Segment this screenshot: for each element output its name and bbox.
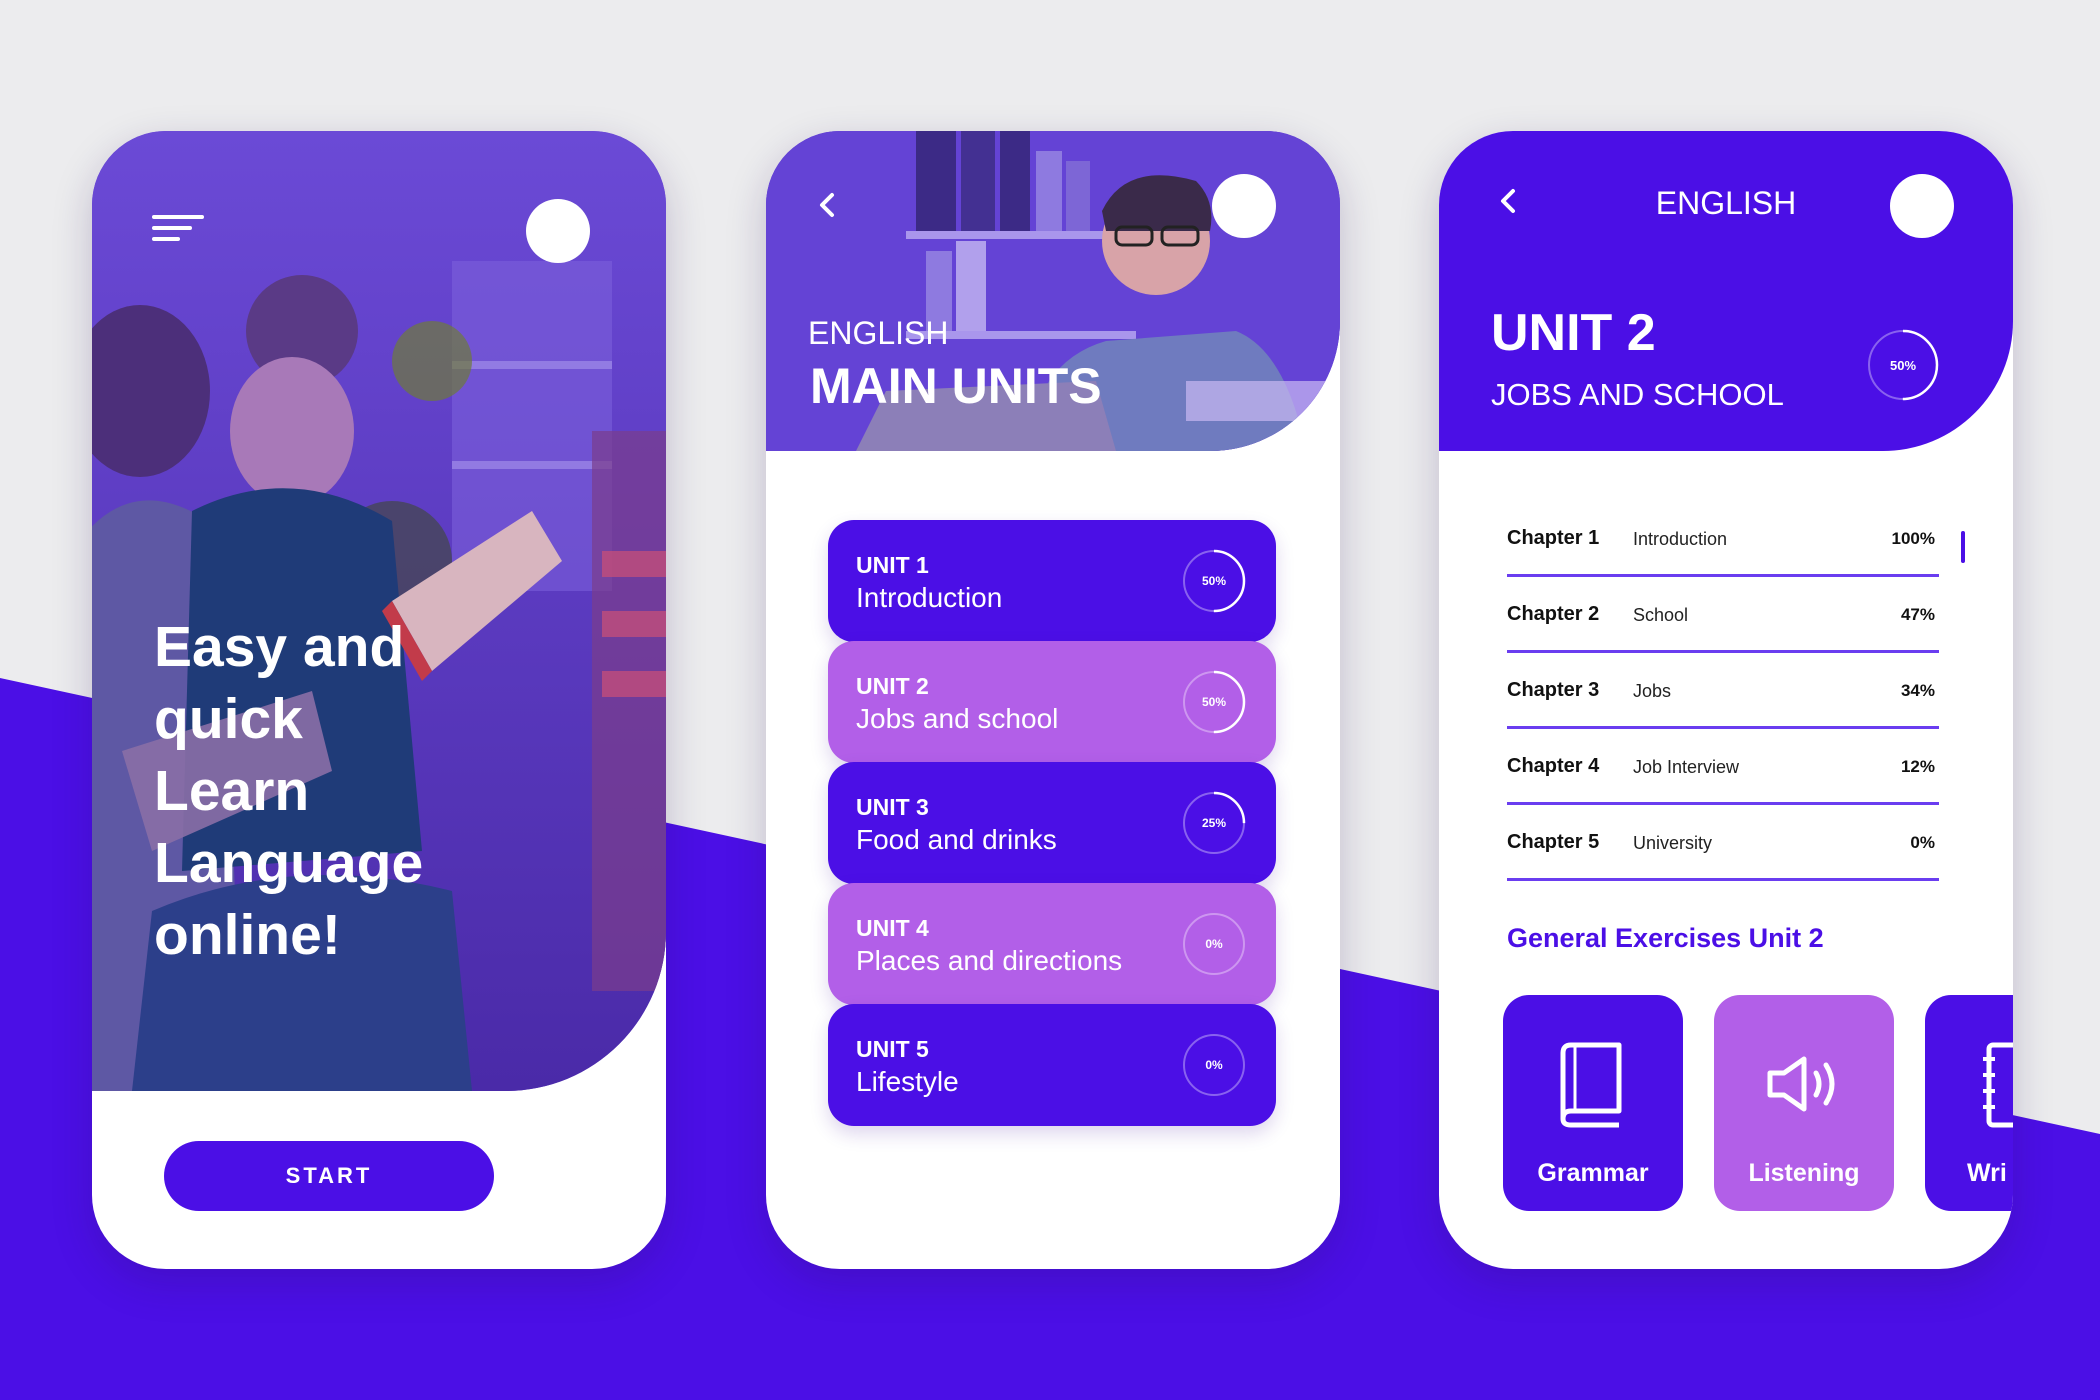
chapter-percent: 12% [1900,757,1935,776]
chapter-percent: 47% [1900,605,1935,624]
chapter-percent: 34% [1900,681,1935,700]
unit-detail-screen: ENGLISH UNIT 2 JOBS AND SCHOOL 50% Chapt… [1439,131,2013,1269]
unit-name: Places and directions [856,945,1123,976]
headline-line: Learn [154,759,310,823]
chapter-row[interactable]: Chapter 1 Introduction 100% [1507,501,1939,577]
chapter-title: Chapter 5 [1507,831,1600,853]
headline-line: quick [154,687,303,751]
unit-card[interactable]: UNIT 3 Food and drinks 25% [828,762,1276,884]
progress-label: 50% [1201,695,1227,709]
headline-line: Easy and [154,615,405,679]
chapter-topic: School [1633,605,1689,625]
unit-card[interactable]: UNIT 1 Introduction 50% [828,520,1276,642]
unit-number: UNIT 5 [856,1036,929,1062]
unit-number: UNIT 4 [856,915,929,941]
hero-photo: Easy and quick Learn Language online! [92,131,666,1091]
chapter-list: Chapter 1 Introduction 100% Chapter 2 Sc… [1507,501,1939,881]
unit-name: Introduction [856,582,1003,613]
headline-line: online! [154,903,341,967]
unit-name: Food and drinks [856,824,1057,855]
units-hero: ENGLISH MAIN UNITS [766,131,1340,451]
subject-label: ENGLISH [808,315,949,351]
start-button[interactable]: START [164,1141,494,1211]
speaker-icon [1767,1056,1835,1112]
chapter-percent: 100% [1891,529,1935,548]
onboarding-screen: Easy and quick Learn Language online! ST… [92,131,666,1269]
unit-number: UNIT 3 [856,794,929,820]
avatar[interactable] [526,199,590,263]
exercises-heading: General Exercises Unit 2 [1507,923,1824,953]
avatar[interactable] [1890,174,1954,238]
unit-subtitle: JOBS AND SCHOOL [1491,377,1784,412]
unit-title: UNIT 2 [1491,304,1656,362]
notebook-icon [1983,1042,2013,1128]
chapter-row[interactable]: Chapter 5 University 0% [1507,805,1939,881]
unit-card[interactable]: UNIT 5 Lifestyle 0% [828,1004,1276,1126]
chapter-title: Chapter 1 [1507,527,1600,549]
headline: Easy and quick Learn Language online! [154,611,614,971]
chapter-topic: Introduction [1633,529,1728,549]
chapter-topic: Job Interview [1633,757,1740,777]
exercise-tile-grammar[interactable]: Grammar [1503,995,1683,1211]
main-units-screen: ENGLISH MAIN UNITS UNIT 1 Introduction 5… [766,131,1340,1269]
chapter-row[interactable]: Chapter 3 Jobs 34% [1507,653,1939,729]
headline-line: Language [154,831,424,895]
book-icon [1560,1042,1622,1128]
exercise-label: Wri [1967,1159,2007,1187]
progress-label: 0% [1205,1058,1223,1072]
chapter-title: Chapter 3 [1507,679,1600,701]
unit-header: ENGLISH UNIT 2 JOBS AND SCHOOL 50% [1439,131,2013,451]
chapter-percent: 0% [1910,833,1935,852]
unit-card[interactable]: UNIT 2 Jobs and school 50% [828,641,1276,763]
unit-number: UNIT 2 [856,673,929,699]
exercise-tile-listening[interactable]: Listening [1714,995,1894,1211]
unit-number: UNIT 1 [856,552,929,578]
chapter-row[interactable]: Chapter 2 School 47% [1507,577,1939,653]
scrollbar[interactable] [1961,531,1965,563]
unit-name: Jobs and school [856,703,1059,734]
progress-label: 0% [1205,937,1223,951]
chapter-topic: University [1633,833,1713,853]
chapter-title: Chapter 2 [1507,603,1600,625]
progress-label: 50% [1889,357,1917,373]
chapter-topic: Jobs [1633,681,1672,701]
unit-card[interactable]: UNIT 4 Places and directions 0% [828,883,1276,1005]
exercise-tile-writing[interactable]: Wri [1925,995,2013,1211]
page-title: MAIN UNITS [810,358,1102,414]
hamburger-menu-icon[interactable] [152,215,204,241]
chapter-row[interactable]: Chapter 4 Job Interview 12% [1507,729,1939,805]
exercise-label: Grammar [1537,1159,1649,1187]
unit-name: Lifestyle [856,1066,959,1097]
avatar[interactable] [1212,174,1276,238]
chevron-left-icon[interactable] [808,185,848,225]
exercise-label: Listening [1748,1159,1860,1187]
chapter-title: Chapter 4 [1507,755,1600,777]
progress-label: 25% [1201,816,1227,830]
progress-label: 50% [1201,574,1227,588]
